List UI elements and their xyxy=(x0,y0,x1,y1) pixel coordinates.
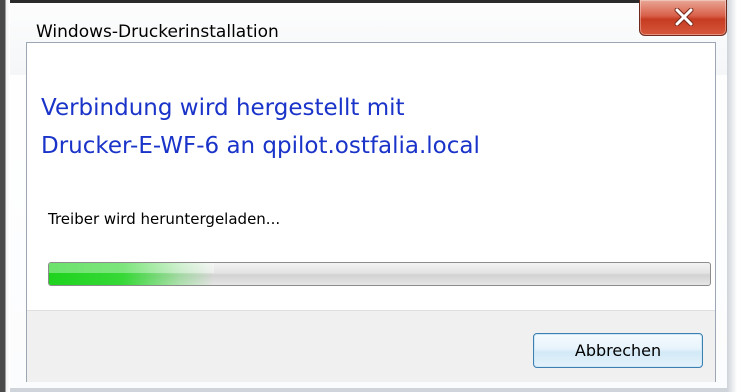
dialog-footer: Abbrechen xyxy=(27,310,715,382)
window-title: Windows-Druckerinstallation xyxy=(36,22,279,42)
background-window-edge xyxy=(0,0,10,392)
screen: Windows-Druckerinstallation Verbindung w… xyxy=(0,0,737,392)
dialog-content: Verbindung wird hergestellt mit Drucker-… xyxy=(26,42,716,382)
download-progress-bar xyxy=(48,262,711,286)
close-button[interactable] xyxy=(639,0,727,36)
window-bottom-edge xyxy=(10,388,727,392)
cancel-button[interactable]: Abbrechen xyxy=(533,333,703,368)
close-icon xyxy=(674,8,694,26)
desktop-background-right xyxy=(727,0,737,392)
printer-install-dialog: Windows-Druckerinstallation Verbindung w… xyxy=(10,0,728,388)
progress-fill xyxy=(49,263,215,285)
connection-heading-line2: Drucker-E-WF-6 an qpilot.ostfalia.local xyxy=(41,133,480,159)
connection-heading-line1: Verbindung wird hergestellt mit xyxy=(41,95,405,121)
status-text: Treiber wird heruntergeladen... xyxy=(48,210,281,228)
